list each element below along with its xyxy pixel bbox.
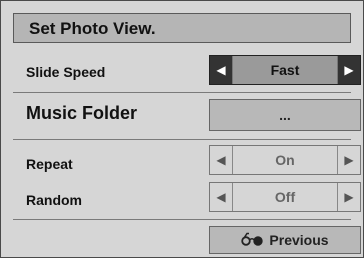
music-folder-button[interactable]: ...: [209, 99, 361, 131]
arrow-right-icon[interactable]: ▶: [337, 183, 360, 211]
slide-speed-value: Fast: [233, 56, 337, 84]
arrow-right-icon[interactable]: ▶: [337, 56, 360, 84]
repeat-label: Repeat: [26, 156, 73, 172]
random-label: Random: [26, 192, 82, 208]
slide-speed-selector[interactable]: ◀ Fast ▶: [209, 55, 361, 85]
photo-view-dialog: Set Photo View. Slide Speed ◀ Fast ▶ Mus…: [0, 0, 364, 258]
dialog-titlebar: Set Photo View.: [13, 13, 351, 43]
section-divider: [13, 139, 351, 140]
music-folder-label: Music Folder: [26, 103, 138, 123]
arrow-left-icon[interactable]: ◀: [210, 183, 233, 211]
random-selector[interactable]: ◀ Off ▶: [209, 182, 361, 212]
section-divider: [13, 92, 351, 93]
slide-speed-label: Slide Speed: [26, 64, 106, 80]
random-value: Off: [274, 189, 296, 205]
arrow-right-icon[interactable]: ▶: [337, 146, 360, 174]
repeat-selector[interactable]: ◀ On ▶: [209, 145, 361, 175]
arrow-left-icon[interactable]: ◀: [210, 146, 233, 174]
previous-label: Previous: [269, 232, 329, 248]
section-divider: [13, 219, 351, 220]
previous-button[interactable]: Previous: [209, 226, 361, 254]
dialog-title: Set Photo View.: [29, 19, 156, 38]
glasses-icon: [241, 232, 264, 249]
arrow-left-icon[interactable]: ◀: [210, 56, 233, 84]
repeat-value: On: [275, 152, 295, 168]
